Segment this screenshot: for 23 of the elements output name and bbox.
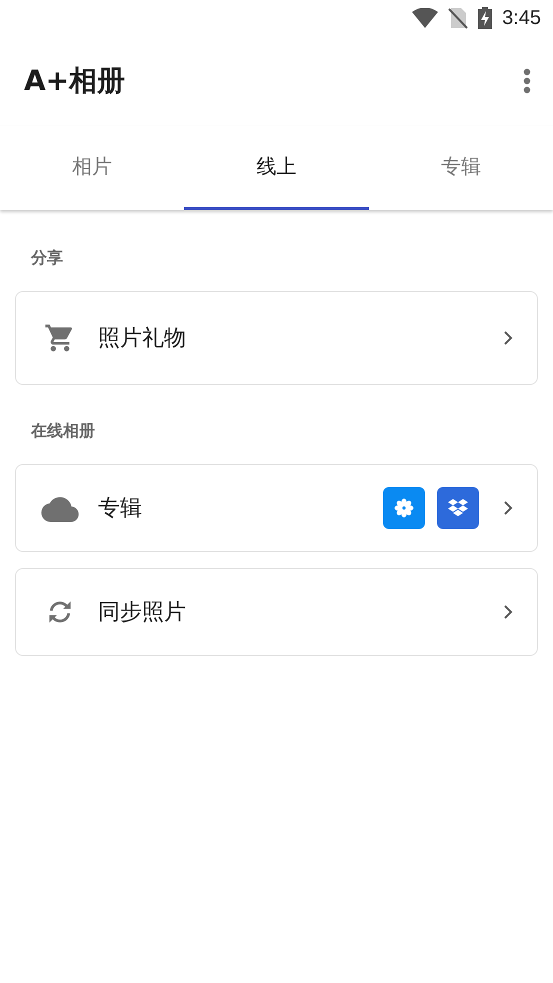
list-card[interactable]: 专辑: [15, 464, 538, 552]
cloud-icon: [41, 494, 79, 522]
app-title: A+相册: [24, 63, 126, 99]
chevron-icon: [503, 500, 513, 516]
section-header: 在线相册: [30, 420, 96, 442]
clock-time: 3:45: [502, 6, 541, 30]
item-label: 专辑: [98, 495, 143, 523]
list-card[interactable]: 照片礼物: [15, 291, 538, 385]
battery-charging-icon: [478, 7, 492, 29]
tab[interactable]: 相片: [0, 126, 184, 210]
item-label: 同步照片: [98, 599, 187, 627]
tab[interactable]: 专辑: [368, 126, 553, 210]
item-label: 照片礼物: [98, 325, 187, 353]
tab[interactable]: 线上: [184, 126, 369, 210]
wifi-icon: [412, 8, 438, 28]
service-icon[interactable]: [383, 487, 425, 529]
list-card[interactable]: 同步照片: [15, 568, 538, 656]
no-sim-icon: [448, 7, 468, 29]
more-options-icon[interactable]: [523, 68, 531, 94]
section-header: 分享: [30, 247, 64, 269]
chevron-icon: [503, 330, 513, 346]
service-icon[interactable]: [437, 487, 479, 529]
chevron-icon: [503, 604, 513, 620]
